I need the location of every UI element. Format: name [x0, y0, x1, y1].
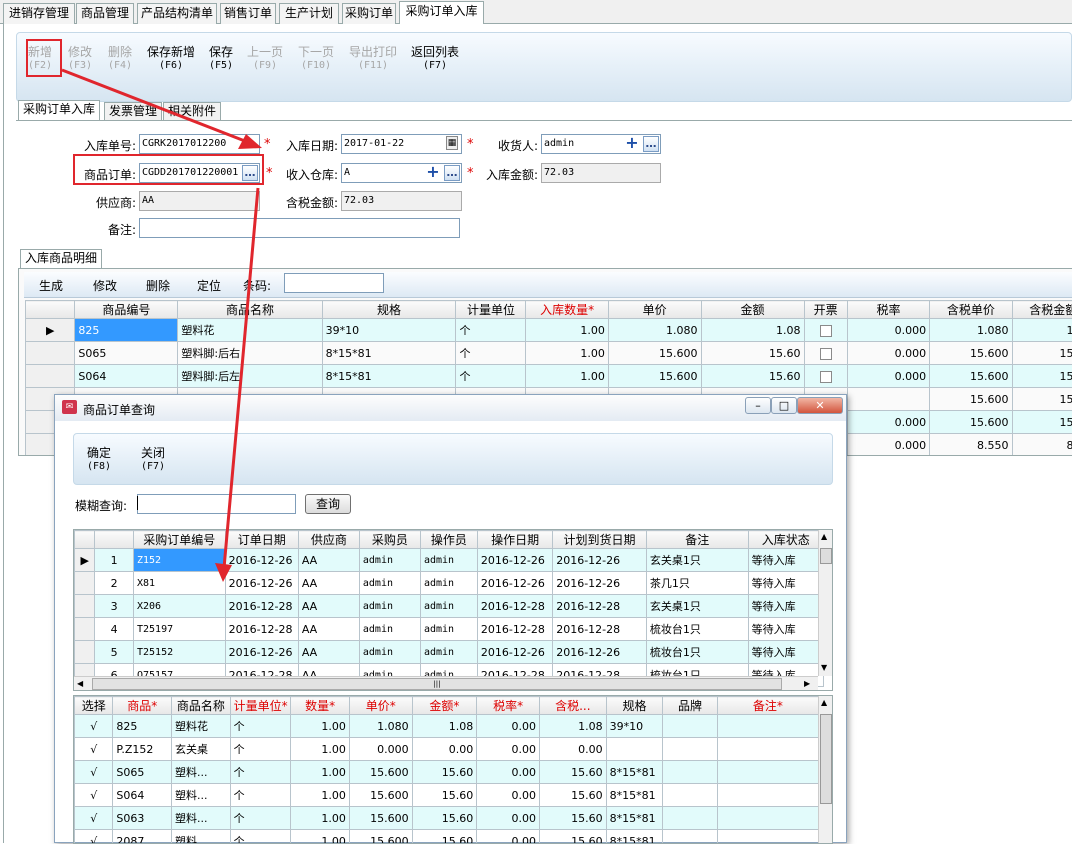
- arrow-head: [215, 563, 232, 582]
- arrow-head: [238, 134, 262, 149]
- arrow-line: [62, 70, 250, 143]
- arrow-line: [224, 188, 258, 568]
- annotation-arrows: [0, 0, 1072, 843]
- highlight-new-button: [27, 40, 61, 76]
